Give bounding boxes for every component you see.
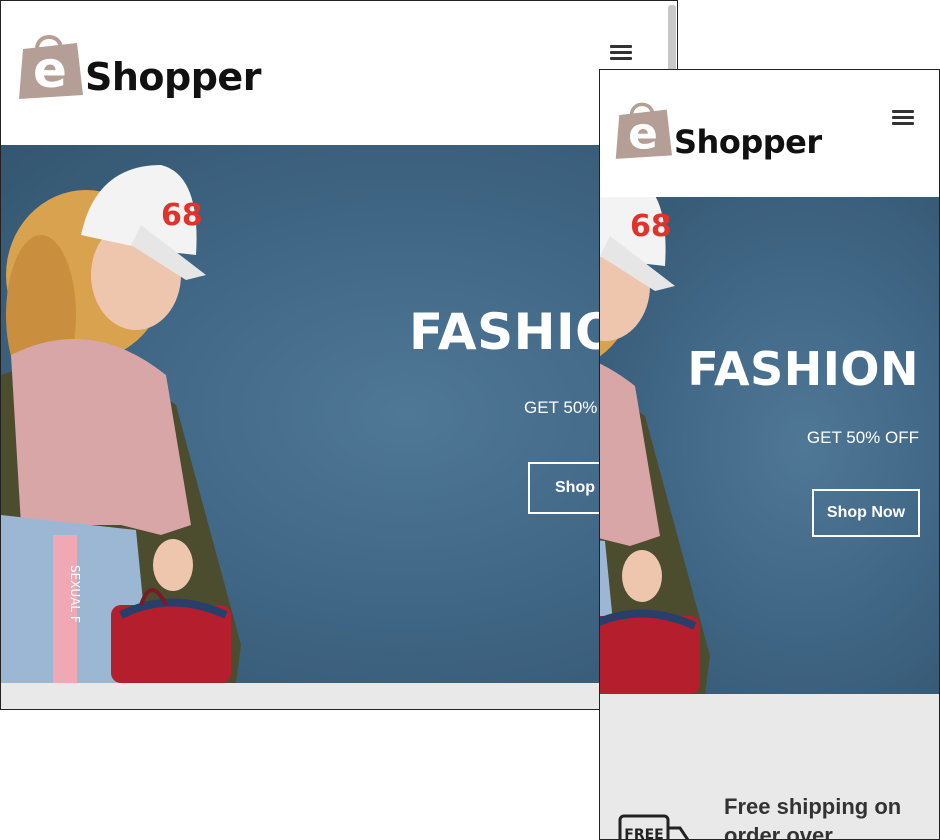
logo-letter: e bbox=[33, 41, 67, 99]
hero-banner: 68 SEXUAL F FASHIO GET 50% Shop N bbox=[1, 145, 677, 683]
logo-name: Shopper bbox=[674, 123, 822, 161]
logo-letter: e bbox=[628, 108, 658, 159]
site-header: e Shopper bbox=[1, 1, 677, 145]
pants-print: SEXUAL F bbox=[68, 565, 82, 623]
hero-subtitle: GET 50% OFF bbox=[806, 428, 919, 447]
page-view-mobile: e Shopper 68 FASHION GET 50% OFF Shop No… bbox=[599, 69, 940, 840]
hero-model-image: 68 bbox=[600, 197, 710, 694]
free-shipping-text: Free shipping on order over bbox=[724, 794, 902, 840]
hero-model-image: 68 SEXUAL F bbox=[1, 165, 241, 683]
site-header: e Shopper bbox=[600, 70, 939, 197]
section-band bbox=[1, 683, 677, 709]
hero-title: FASHION bbox=[687, 342, 919, 396]
hero-banner: 68 FASHION GET 50% OFF Shop Now bbox=[600, 197, 939, 694]
logo-name: Shopper bbox=[85, 55, 261, 99]
cap-number: 68 bbox=[161, 198, 203, 233]
cap-number: 68 bbox=[630, 209, 672, 244]
shopping-bag-icon: e bbox=[615, 102, 672, 159]
delivery-truck-icon: FREE bbox=[618, 814, 690, 840]
hamburger-menu-icon[interactable] bbox=[610, 45, 632, 63]
shop-now-button[interactable]: Shop Now bbox=[812, 489, 920, 537]
site-logo[interactable]: e Shopper bbox=[614, 97, 822, 161]
hero-subtitle: GET 50% bbox=[524, 398, 598, 417]
shipping-icon-label: FREE bbox=[624, 827, 663, 840]
hamburger-menu-icon[interactable] bbox=[892, 110, 914, 128]
site-logo[interactable]: e Shopper bbox=[17, 29, 261, 101]
shopping-bag-icon: e bbox=[19, 35, 83, 99]
hero-title: FASHIO bbox=[409, 303, 619, 361]
page-view-large: e Shopper 68 SEXUAL F FASHIO GET 50% Sho… bbox=[0, 0, 678, 710]
